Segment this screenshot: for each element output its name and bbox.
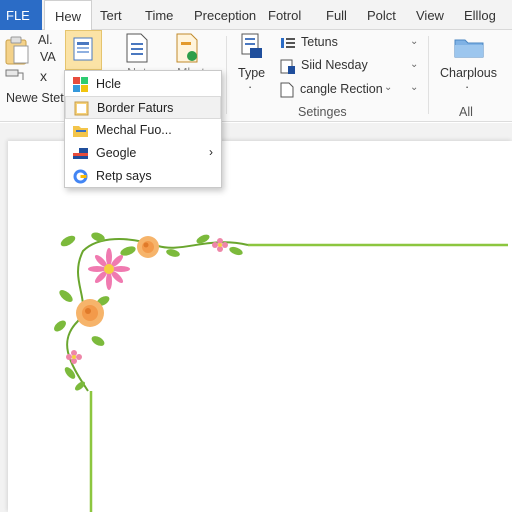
menu-item-geogle[interactable]: Geogle › [65,142,221,165]
ribbon-tab-bar: FLE Hew Tert Time Preception Fotrol Full… [0,0,512,31]
charplous-label[interactable]: Charplous [440,66,497,80]
ribbon-separator [428,36,429,114]
chevron-down-icon[interactable]: ⌄ [410,36,418,47]
document-page[interactable] [8,141,512,512]
menu-item-label: Border Faturs [97,101,174,115]
ribbon-separator [226,36,227,114]
page-icon [280,82,294,103]
menu-item-label: Hcle [96,77,122,91]
menu-item-label: Mechal Fuo... [96,123,172,137]
peach-rose-top [137,236,159,258]
tab-file[interactable]: FLE [0,0,42,30]
document-icon[interactable] [124,33,150,68]
type-dot: · [248,80,253,94]
chevron-down-icon[interactable]: ⌄ [410,59,418,70]
cangle-rection-label[interactable]: cangle Rection [300,82,383,96]
returns-icon [280,36,296,55]
charplous-dot: · [465,80,470,94]
folder-document-icon [73,123,88,138]
all-group-label: All [459,105,473,119]
tab-view[interactable]: View [416,0,444,30]
paste-icon[interactable] [4,36,30,71]
tab-full[interactable]: Full [326,0,347,30]
tab-format[interactable]: Fotrol [268,0,301,30]
chevron-down-icon[interactable]: ⌄ [410,82,418,93]
sid-nesday-label[interactable]: Siid Nesday [301,58,368,72]
menu-item-label: Retp says [96,169,152,183]
menu-item-hcle[interactable]: Hcle [65,73,221,96]
font-a-label[interactable]: Al. [38,33,53,47]
type-label[interactable]: Type [238,66,265,80]
colored-grid-icon [73,77,88,92]
tab-insert[interactable]: Tert [100,0,122,30]
floral-border [54,232,508,512]
tab-home[interactable]: Hew [44,0,92,31]
returns-label[interactable]: Tetuns [301,35,338,49]
settings-group-label: Setinges [298,105,347,119]
tab-reception[interactable]: Preception [194,0,256,30]
document-green-icon[interactable] [174,33,200,68]
font-va-label[interactable]: VA [40,50,56,64]
chevron-right-icon: › [209,145,213,159]
small-pink-blossom-top [212,238,228,252]
folder-icon[interactable] [454,36,484,63]
new-sheet-label[interactable]: Newe Stet [6,91,64,105]
tab-time[interactable]: Time [145,0,173,30]
clear-x-label[interactable]: x [40,68,47,84]
menu-item-border-faturs[interactable]: Border Faturs [65,96,221,119]
peach-rose-left [76,299,104,327]
menu-item-retp-says[interactable]: Retp says [65,165,221,188]
page-layout-icon [73,37,93,61]
highlighted-ribbon-button[interactable] [65,30,102,70]
format-painter-icon[interactable] [5,68,25,87]
border-page-icon [74,101,89,116]
tab-policy[interactable]: Polct [367,0,396,30]
menu-item-mechal-fuo[interactable]: Mechal Fuo... [65,119,221,142]
type-icon[interactable] [240,32,264,65]
flag-icon [73,146,88,161]
menu-item-label: Geogle [96,146,137,160]
google-g-icon [73,169,88,184]
tab-ellog[interactable]: Elllog [464,0,496,30]
date-icon [280,59,296,80]
chevron-down-icon[interactable]: ⌄ [384,82,392,93]
border-dropdown-menu: Hcle Border Faturs Mechal Fuo... Geogle … [64,70,222,188]
